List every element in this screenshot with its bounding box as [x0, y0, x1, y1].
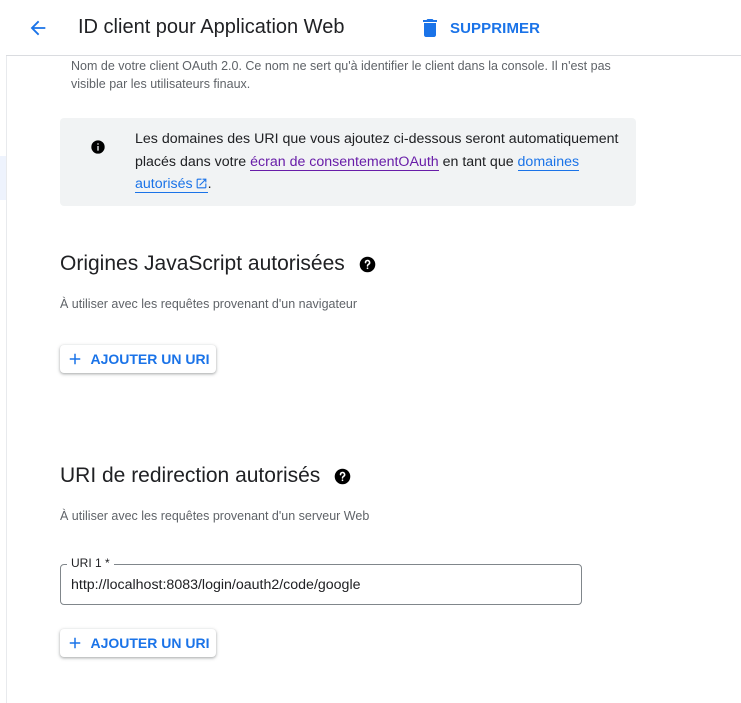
help-icon[interactable] — [334, 468, 351, 485]
redirect-uris-heading: URI de redirection autorisés — [60, 464, 351, 488]
info-banner: Les domaines des URI que vous ajoutez ci… — [60, 118, 636, 206]
redirect-uri-1-input[interactable] — [71, 565, 571, 604]
info-banner-text: Les domaines des URI que vous ajoutez ci… — [135, 128, 625, 196]
external-link-icon — [196, 178, 206, 189]
info-text-middle: en tant que — [438, 153, 518, 170]
add-js-origin-label: AJOUTER UN URI — [90, 351, 210, 367]
plus-icon — [70, 353, 81, 365]
consent-screen-link[interactable]: écran de consentementOAuth — [250, 153, 439, 171]
page-title: ID client pour Application Web — [78, 16, 345, 38]
redirect-uris-subtitle: À utiliser avec les requêtes provenant d… — [60, 509, 370, 523]
js-origins-title: Origines JavaScript autorisées — [60, 252, 345, 275]
delete-button-label: SUPPRIMER — [450, 19, 541, 37]
redirect-uris-title: URI de redirection autorisés — [60, 464, 321, 487]
add-js-origin-button[interactable]: AJOUTER UN URI — [60, 345, 216, 373]
client-name-help-text: Nom de votre client OAuth 2.0. Ce nom ne… — [71, 59, 611, 91]
left-rail — [0, 0, 7, 703]
add-redirect-uri-button[interactable]: AJOUTER UN URI — [60, 629, 216, 657]
trash-icon — [423, 19, 437, 37]
redirect-uri-1-field: URI 1 * — [60, 556, 582, 605]
nav-selection-marker — [0, 156, 6, 200]
plus-icon — [70, 637, 81, 649]
info-text-after: . — [207, 176, 212, 192]
help-icon[interactable] — [359, 256, 376, 273]
js-origins-heading: Origines JavaScript autorisées — [60, 252, 376, 276]
back-button[interactable] — [24, 14, 52, 42]
delete-button[interactable]: SUPPRIMER — [418, 14, 540, 42]
info-icon — [91, 140, 105, 154]
add-redirect-uri-label: AJOUTER UN URI — [90, 635, 210, 651]
arrow-back-icon — [30, 20, 46, 36]
js-origins-subtitle: À utiliser avec les requêtes provenant d… — [60, 297, 358, 311]
page-header: ID client pour Application Web SUPPRIMER — [6, 0, 741, 56]
